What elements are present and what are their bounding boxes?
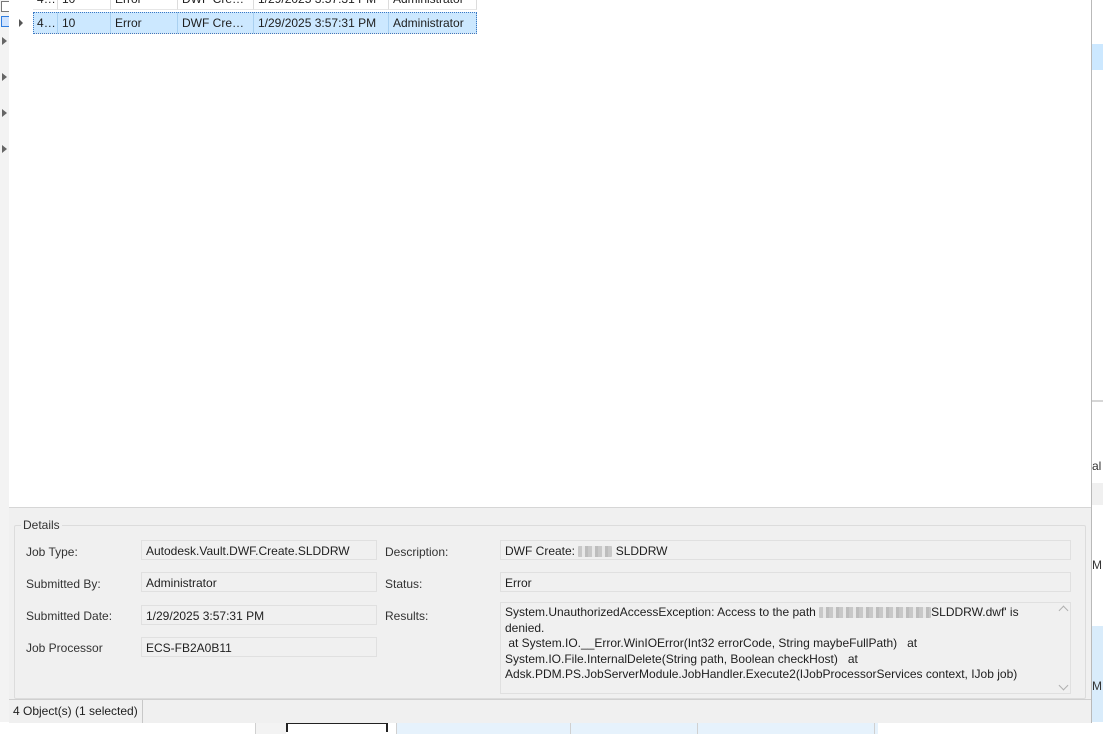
description-field[interactable]: DWF Create: SLDDRW — [500, 540, 1071, 560]
background-selected-row — [1092, 44, 1103, 70]
cell-status: Error — [111, 0, 178, 10]
background-label: M — [1092, 679, 1102, 693]
cell-submitted: 1/29/2025 3:57:31 PM — [254, 0, 389, 10]
table-row[interactable]: 4... 10 Error DWF Creat... 1/29/2025 3:5… — [33, 0, 477, 10]
submitted-date-label: Submitted Date: — [26, 609, 113, 623]
background-divider — [1092, 400, 1103, 402]
background-header — [1092, 483, 1103, 505]
cell-id: 4... — [33, 12, 58, 34]
background-label: M — [1092, 558, 1102, 572]
job-queue-grid[interactable]: 4... 10 Error DWF Creat... 1/29/2025 3:5… — [9, 0, 1091, 506]
results-line: at System.IO.__Error.WinIOError(Int32 er… — [505, 636, 918, 650]
background-app-right-edge: al M M — [1091, 0, 1103, 734]
job-processor-label: Job Processor — [26, 641, 103, 655]
cell-submitted-by: Administrator — [389, 0, 477, 10]
redacted-text — [578, 546, 613, 558]
results-label: Results: — [385, 609, 429, 623]
expand-arrow-icon[interactable] — [2, 37, 7, 45]
description-suffix: SLDDRW — [615, 544, 668, 558]
results-scrollbar[interactable] — [1056, 603, 1070, 693]
cell-status: Error — [111, 12, 178, 34]
background-cell — [396, 722, 697, 734]
expand-arrow-icon[interactable] — [2, 109, 7, 117]
details-panel: Details Job Type: Autodesk.Vault.DWF.Cre… — [9, 507, 1091, 700]
background-divider — [570, 722, 572, 734]
job-processor-field[interactable]: ECS-FB2A0B11 — [141, 637, 377, 657]
results-line: Adsk.PDM.PS.JobServerModule.JobHandler.E… — [505, 667, 1018, 681]
scroll-down-icon[interactable] — [1058, 680, 1069, 691]
description-label: Description: — [385, 545, 449, 559]
status-field[interactable]: Error — [500, 572, 1071, 592]
results-line: System.UnauthorizedAccessException: Acce… — [505, 605, 1052, 636]
table-row-selected[interactable]: 4... 10 Error DWF Creat... 1/29/2025 3:5… — [33, 12, 477, 34]
cell-job-type: DWF Creat... — [178, 12, 254, 34]
current-row-arrow-icon — [19, 19, 23, 27]
job-type-field[interactable]: Autodesk.Vault.DWF.Create.SLDDRW — [141, 540, 377, 560]
redacted-text — [819, 607, 932, 619]
cell-priority: 10 — [58, 12, 111, 34]
background-app-bottom-edge — [0, 722, 1103, 734]
job-type-label: Job Type: — [26, 545, 78, 559]
row-header-current[interactable] — [9, 12, 33, 34]
cell-submitted-by: Administrator — [389, 12, 477, 34]
background-cell — [697, 722, 878, 734]
status-label: Status: — [385, 577, 423, 591]
background-cell-focused — [286, 722, 388, 732]
row-header[interactable] — [9, 0, 33, 10]
submitted-by-label: Submitted By: — [26, 577, 101, 591]
submitted-date-field[interactable]: 1/29/2025 3:57:31 PM — [141, 605, 377, 625]
expand-arrow-icon[interactable] — [2, 73, 7, 81]
cell-priority: 10 — [58, 0, 111, 10]
cell-id: 4... — [33, 0, 58, 10]
cell-submitted: 1/29/2025 3:57:31 PM — [254, 12, 389, 34]
background-divider — [874, 722, 876, 734]
submitted-by-field[interactable]: Administrator — [141, 572, 377, 592]
job-queue-window: 4... 10 Error DWF Creat... 1/29/2025 3:5… — [9, 0, 1092, 723]
expand-arrow-icon[interactable] — [2, 145, 7, 153]
results-line: System.IO.File.InternalDelete(String pat… — [505, 651, 858, 666]
scroll-up-icon[interactable] — [1058, 605, 1069, 616]
object-count-status: 4 Object(s) (1 selected) — [9, 700, 143, 723]
results-textbox[interactable]: System.UnauthorizedAccessException: Acce… — [500, 602, 1071, 694]
cell-job-type: DWF Creat... — [178, 0, 254, 10]
results-line1-prefix: System.UnauthorizedAccessException: Acce… — [505, 605, 816, 619]
background-cell — [255, 722, 286, 734]
background-label: al — [1092, 459, 1102, 473]
background-selected-row — [1092, 626, 1103, 722]
details-title: Details — [21, 518, 62, 532]
description-prefix: DWF Create: — [505, 544, 576, 558]
status-bar: 4 Object(s) (1 selected) — [9, 699, 1091, 723]
